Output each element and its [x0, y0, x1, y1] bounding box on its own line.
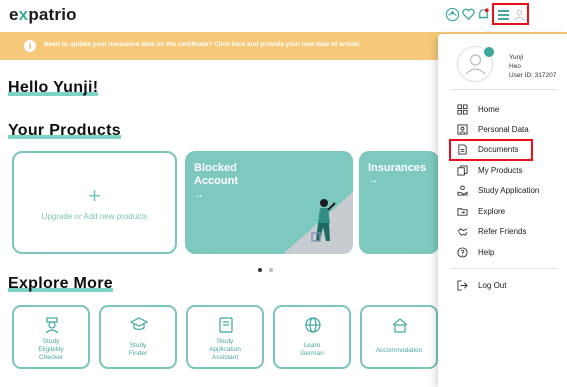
insurances-card[interactable]: Insurances → [359, 151, 439, 254]
menu-item-refer-friends[interactable]: Refer Friends [456, 224, 558, 238]
banner-message[interactable]: Need to update your insurance date on th… [44, 41, 360, 48]
menu-item-label: Study Application [478, 185, 540, 195]
graduation-cap-icon [130, 317, 148, 331]
tile-label: Study [216, 338, 234, 345]
bell-icon[interactable] [475, 6, 491, 22]
divider [450, 89, 558, 90]
user-info: Yunji Heo User ID: 317207 [509, 54, 557, 79]
heart-icon[interactable] [460, 6, 476, 22]
menu-item-study-application[interactable]: Study Application [456, 183, 558, 197]
expatrio-logo[interactable]: expatrio [9, 5, 77, 25]
help-icon [456, 246, 468, 258]
edit-avatar-icon[interactable] [484, 47, 494, 57]
menu-toggle-button[interactable] [492, 3, 529, 25]
folder-icon [456, 205, 468, 217]
user-avatar-icon [465, 54, 486, 75]
carousel-dot-active[interactable] [258, 268, 262, 272]
menu-item-label: My Products [478, 165, 523, 175]
tile-label: Assistant [211, 354, 239, 361]
person-illustration [311, 199, 336, 242]
copy-icon [456, 164, 468, 176]
blocked-account-card[interactable]: Blocked Account → [185, 151, 353, 254]
menu-item-help[interactable]: Help [456, 245, 558, 259]
arrow-right-icon: → [194, 190, 204, 201]
tile-label: Application [209, 346, 241, 353]
tile-label: German [300, 350, 324, 357]
tile-learn-german[interactable]: Learn German [273, 305, 351, 369]
tile-accommodation[interactable]: Accommodation [360, 305, 438, 369]
support-icon[interactable] [444, 6, 460, 22]
info-icon: i [24, 40, 36, 52]
hand-icon [456, 184, 468, 196]
tile-label: Eligibility [38, 346, 64, 353]
plus-icon: + [88, 183, 101, 208]
tile-label: Learn [303, 342, 321, 349]
tile-label: Finder [128, 350, 148, 357]
tile-label: Checker [38, 354, 64, 361]
logout-label: Log Out [478, 280, 507, 290]
divider [450, 268, 558, 269]
user-menu-dropdown: Yunji Heo User ID: 317207 Home Personal … [438, 34, 567, 387]
menu-item-label: Explore [478, 206, 506, 216]
grid-icon [456, 103, 468, 115]
menu-item-label: Help [478, 247, 495, 257]
menu-item-label: Personal Data [478, 124, 529, 134]
application-icon [219, 317, 233, 333]
logout-button[interactable]: Log Out [456, 278, 558, 292]
products-heading: Your Products [8, 122, 121, 139]
top-header: expatrio [0, 0, 567, 30]
house-icon [392, 318, 408, 333]
tile-study-eligibility-checker[interactable]: Study Eligibility Checker [12, 305, 90, 369]
documents-highlight [449, 139, 533, 161]
insurances-title: Insurances [368, 162, 427, 174]
menu-item-my-products[interactable]: My Products [456, 163, 558, 177]
logout-icon [456, 279, 468, 291]
add-product-label: Upgrade or Add new products [41, 212, 148, 221]
student-icon [45, 317, 59, 334]
tile-label: Study [129, 342, 147, 349]
tile-label: Study [42, 338, 60, 345]
tile-study-finder[interactable]: Study Finder [99, 305, 177, 369]
tile-label: Accommodation [375, 347, 423, 354]
menu-item-label: Refer Friends [478, 226, 527, 236]
globe-icon [305, 317, 321, 333]
carousel-dot[interactable] [269, 268, 273, 272]
add-product-card[interactable]: + Upgrade or Add new products [12, 151, 177, 254]
user-avatar-icon [514, 9, 525, 21]
menu-item-label: Home [478, 104, 500, 114]
menu-item-home[interactable]: Home [456, 102, 558, 116]
arrow-right-icon: → [368, 175, 378, 186]
menu-item-explore[interactable]: Explore [456, 204, 558, 218]
greeting-heading: Hello Yunji! [8, 79, 99, 96]
id-card-icon [456, 123, 468, 135]
blocked-account-title: Blocked Account [194, 162, 238, 187]
hamburger-menu-icon [498, 10, 509, 22]
carousel-pagination [258, 259, 280, 277]
explore-heading: Explore More [8, 275, 113, 292]
tile-study-application-assistant[interactable]: Study Application Assistant [186, 305, 264, 369]
handshake-icon [456, 225, 468, 237]
menu-item-personal-data[interactable]: Personal Data [456, 122, 558, 136]
